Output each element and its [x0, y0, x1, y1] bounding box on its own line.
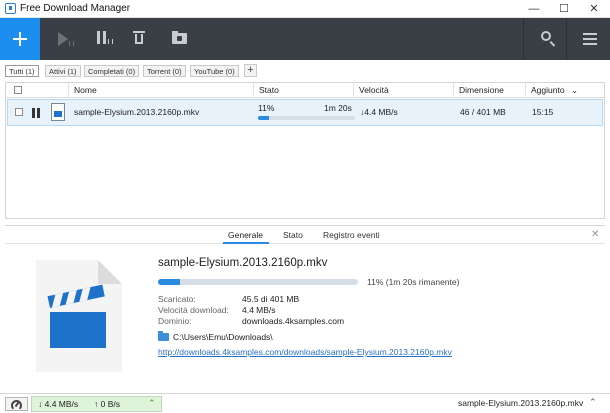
downloads-list: Nome Stato Velocità Dimensione Aggiunto … — [5, 82, 605, 219]
play-icon — [58, 32, 68, 46]
move-to-folder-button[interactable] — [170, 28, 192, 50]
row-added: 15:15 — [532, 107, 554, 117]
toolbar-separator — [566, 18, 567, 60]
tab-active[interactable]: Attivi (1) — [45, 65, 81, 77]
close-details-button[interactable]: ✕ — [591, 229, 599, 240]
domain-value: downloads.4ksamples.com — [242, 316, 345, 326]
download-path[interactable]: C:\Users\Emu\Downloads\ — [173, 332, 273, 342]
app-logo-icon — [5, 3, 16, 14]
list-header: Nome Stato Velocità Dimensione Aggiunto … — [6, 83, 604, 98]
download-speed-label: Velocità download: — [158, 305, 229, 315]
chevron-up-icon: ⌃ — [148, 398, 156, 408]
download-speed: ↓ 4.4 MB/s — [38, 399, 79, 409]
active-tab-indicator — [223, 242, 269, 244]
download-row[interactable]: sample-Elysium.2013.2160p.mkv 11% 1m 20s… — [7, 99, 603, 126]
all-indicator-icon — [69, 41, 74, 46]
row-speed: ↓4.4 MB/s — [360, 107, 398, 117]
row-checkbox[interactable] — [15, 108, 23, 116]
details-file-name: sample-Elysium.2013.2160p.mkv — [158, 257, 328, 269]
domain-label: Dominio: — [158, 316, 192, 326]
details-progress-fill — [158, 279, 180, 285]
upload-speed: ↑ 0 B/s — [94, 399, 120, 409]
close-button[interactable]: ✕ — [579, 0, 609, 18]
tab-youtube[interactable]: YouTube (0) — [190, 65, 239, 77]
row-size: 46 / 401 MB — [460, 107, 506, 117]
downloaded-label: Scaricato: — [158, 294, 196, 304]
tab-event-log[interactable]: Registro eventi — [323, 230, 380, 240]
pause-icon — [97, 31, 100, 44]
minimize-button[interactable]: — — [519, 0, 549, 18]
details-panel: Generale Stato Registro eventi ✕ sample-… — [5, 225, 605, 390]
add-download-button[interactable] — [0, 18, 40, 60]
details-progress-bar — [158, 279, 358, 285]
all-indicator-icon — [108, 39, 113, 44]
column-added[interactable]: Aggiunto ⌄ — [525, 83, 604, 98]
toolbar-separator — [523, 18, 524, 60]
details-progress-text: 11% (1m 20s rimanente) — [367, 277, 460, 287]
speed-indicator[interactable]: ↓ 4.4 MB/s ↑ 0 B/s ⌃ — [31, 396, 162, 412]
tab-all[interactable]: Tutti (1) — [5, 65, 39, 77]
column-size[interactable]: Dimensione — [453, 83, 525, 98]
download-speed-value: 4.4 MB/s — [242, 305, 276, 315]
downloaded-value: 45.5 di 401 MB — [242, 294, 300, 304]
video-file-icon — [51, 103, 65, 121]
pause-all-button[interactable] — [94, 28, 116, 50]
row-progress-bar — [258, 116, 355, 120]
title-bar: Free Download Manager — ☐ ✕ — [0, 0, 610, 18]
row-percent: 11% — [258, 103, 275, 113]
delete-button[interactable] — [130, 28, 152, 50]
main-menu-button[interactable] — [580, 28, 602, 50]
column-name[interactable]: Nome — [68, 83, 253, 98]
resume-button[interactable] — [54, 28, 76, 50]
file-name: sample-Elysium.2013.2160p.mkv — [74, 107, 200, 117]
tab-general[interactable]: Generale — [228, 230, 263, 240]
filter-tabs: Tutti (1) Attivi (1) Completati (0) Torr… — [0, 60, 610, 82]
pause-icon[interactable] — [32, 108, 40, 118]
row-eta: 1m 20s — [324, 103, 352, 113]
tab-status[interactable]: Stato — [283, 230, 303, 240]
trash-icon — [133, 31, 145, 33]
details-tabs: Generale Stato Registro eventi ✕ — [5, 226, 605, 244]
maximize-button[interactable]: ☐ — [549, 0, 579, 18]
window-title: Free Download Manager — [20, 3, 131, 14]
toolbar — [0, 18, 610, 60]
column-speed[interactable]: Velocità — [353, 83, 453, 98]
select-all-checkbox[interactable] — [14, 86, 22, 94]
download-url-link[interactable]: http://downloads.4ksamples.com/downloads… — [158, 347, 452, 357]
status-bar: ↓ 4.4 MB/s ↑ 0 B/s ⌃ sample-Elysium.2013… — [0, 393, 610, 413]
search-button[interactable] — [538, 28, 560, 50]
speed-mode-button[interactable] — [5, 397, 28, 411]
folder-icon[interactable] — [158, 331, 169, 341]
tab-completed[interactable]: Completati (0) — [84, 65, 140, 77]
video-file-icon — [36, 260, 122, 372]
chevron-up-icon[interactable]: ⌃ — [589, 397, 597, 408]
column-added-label: Aggiunto — [531, 85, 565, 95]
sort-arrow-icon: ⌄ — [570, 85, 579, 95]
tab-torrent[interactable]: Torrent (0) — [143, 65, 186, 77]
add-tab-button[interactable]: + — [244, 64, 257, 77]
status-file-name[interactable]: sample-Elysium.2013.2160p.mkv — [458, 398, 583, 408]
row-progress-fill — [258, 116, 269, 120]
menu-icon — [583, 33, 597, 35]
column-state[interactable]: Stato — [253, 83, 353, 98]
search-icon — [541, 31, 551, 41]
